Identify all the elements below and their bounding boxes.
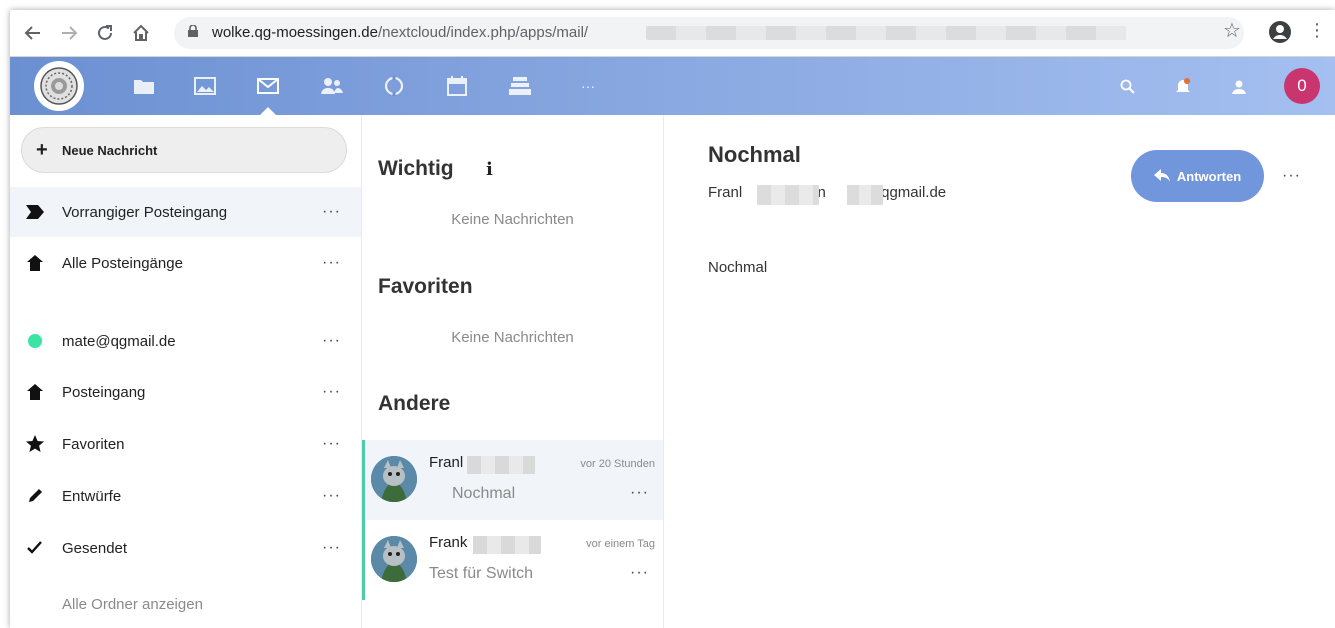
reply-icon [1153, 169, 1170, 183]
mail-sidebar: + Neue Nachricht Vorrangiger Posteingang… [10, 115, 362, 628]
sidebar-item-favorites[interactable]: Favoriten ··· [10, 419, 361, 469]
sidebar-item-priority-inbox[interactable]: Vorrangiger Posteingang ··· [10, 187, 361, 237]
section-title-other: Andere [378, 392, 451, 415]
user-avatar[interactable]: 0 [1284, 68, 1320, 104]
recipient-redacted [847, 185, 883, 205]
message-subject: Nochmal [452, 485, 516, 502]
sidebar-item-label: Alle Posteingänge [62, 254, 183, 272]
avatar [371, 536, 417, 582]
notifications-icon[interactable] [1171, 75, 1195, 99]
more-apps-icon[interactable]: ··· [575, 73, 601, 99]
account-icon[interactable] [1268, 20, 1292, 44]
contacts-icon[interactable] [319, 73, 345, 99]
priority-icon [26, 203, 44, 221]
sender-name: Franl [429, 454, 464, 471]
more-actions-icon[interactable]: ··· [630, 484, 649, 502]
list-item[interactable]: Franl vor 20 Stunden Nochmal ··· [362, 440, 663, 520]
kebab-icon[interactable]: ⋮ [1308, 20, 1326, 41]
reload-icon[interactable] [92, 18, 118, 48]
message-meta: Franlan@qgmail.de [708, 184, 946, 201]
logo-icon [40, 67, 78, 105]
list-item[interactable]: Frank vor einem Tag Test für Switch ··· [362, 520, 663, 600]
message-time: vor 20 Stunden [580, 458, 655, 470]
url-domain: wolke.qg-moessingen.de [212, 24, 378, 41]
inbox-icon [26, 383, 44, 401]
sidebar-item-all-inboxes[interactable]: Alle Posteingänge ··· [10, 238, 361, 288]
message-time: vor einem Tag [586, 538, 655, 550]
sender-name: Franl [708, 184, 743, 201]
reply-label: Antworten [1176, 168, 1242, 184]
deck-icon[interactable] [507, 73, 533, 99]
sender-redacted [757, 185, 819, 205]
more-actions-icon[interactable]: ··· [630, 564, 649, 582]
url-text: wolke.qg-moessingen.de/nextcloud/index.p… [212, 24, 588, 41]
browser-toolbar: wolke.qg-moessingen.de/nextcloud/index.p… [10, 10, 1335, 57]
empty-important: Keine Nachrichten [451, 211, 574, 228]
more-actions-icon[interactable]: ··· [322, 435, 341, 453]
sender-name: Frank [429, 534, 468, 551]
sidebar-item-label: mate@qgmail.de [62, 332, 176, 350]
photos-icon[interactable] [192, 73, 218, 99]
mail-icon[interactable] [255, 73, 281, 99]
more-actions-icon[interactable]: ··· [1282, 167, 1301, 185]
show-all-folders-link[interactable]: Alle Ordner anzeigen [62, 596, 203, 613]
sidebar-item-label: Posteingang [62, 383, 146, 401]
more-actions-icon[interactable]: ··· [322, 332, 341, 350]
browser-window: wolke.qg-moessingen.de/nextcloud/index.p… [10, 10, 1335, 628]
message-subject: Test für Switch [429, 565, 534, 582]
address-bar[interactable]: wolke.qg-moessingen.de/nextcloud/index.p… [174, 17, 1244, 49]
calendar-icon[interactable] [444, 73, 470, 99]
lock-icon [188, 25, 198, 37]
section-title-favorites: Favoriten [378, 275, 473, 298]
more-actions-icon[interactable]: ··· [322, 383, 341, 401]
info-icon[interactable]: i [486, 159, 493, 180]
sidebar-item-label: Favoriten [62, 435, 125, 453]
contacts-menu-icon[interactable] [1227, 75, 1251, 99]
section-title-important: Wichtig [378, 157, 454, 180]
reply-button[interactable]: Antworten [1131, 150, 1264, 202]
empty-favorites: Keine Nachrichten [451, 329, 574, 346]
sidebar-item-label: Gesendet [62, 539, 128, 557]
new-message-button[interactable]: + Neue Nachricht [21, 127, 347, 173]
inbox-icon [26, 254, 44, 272]
new-message-label: Neue Nachricht [62, 142, 158, 158]
url-redacted [646, 26, 1126, 40]
logo[interactable] [34, 61, 84, 111]
more-actions-icon[interactable]: ··· [322, 203, 341, 221]
back-icon[interactable] [20, 18, 46, 48]
message-view: Nochmal Franlan@qgmail.de Antworten ··· … [664, 115, 1335, 628]
sender-redacted [473, 536, 541, 554]
message-title: Nochmal [708, 142, 801, 167]
account-dot-icon [26, 332, 44, 350]
sidebar-item-drafts[interactable]: Entwürfe ··· [10, 471, 361, 521]
sidebar-item-label: Vorrangiger Posteingang [62, 203, 228, 221]
forward-icon[interactable] [56, 18, 82, 48]
more-actions-icon[interactable]: ··· [322, 487, 341, 505]
message-list: Wichtig i Keine Nachrichten Favoriten Ke… [362, 115, 664, 628]
sender-redacted [467, 456, 535, 474]
avatar [371, 456, 417, 502]
sidebar-item-sent[interactable]: Gesendet ··· [10, 523, 361, 573]
sidebar-item-inbox[interactable]: Posteingang ··· [10, 367, 361, 417]
activity-icon[interactable] [381, 73, 407, 99]
check-icon [26, 539, 44, 557]
files-icon[interactable] [131, 73, 157, 99]
more-actions-icon[interactable]: ··· [322, 539, 341, 557]
search-icon[interactable] [1116, 75, 1140, 99]
more-actions-icon[interactable]: ··· [322, 254, 341, 272]
home-icon[interactable] [128, 18, 154, 48]
star-icon[interactable]: ☆ [1223, 18, 1241, 43]
message-body: Nochmal [708, 259, 768, 276]
nextcloud-header: ··· 0 [10, 57, 1335, 116]
sidebar-item-label: Entwürfe [62, 487, 122, 505]
url-path: /nextcloud/index.php/apps/mail/ [377, 24, 589, 41]
sidebar-item-account[interactable]: mate@qgmail.de ··· [10, 316, 361, 366]
pencil-icon [26, 487, 44, 505]
plus-icon: + [36, 138, 48, 161]
star-icon [26, 435, 44, 453]
